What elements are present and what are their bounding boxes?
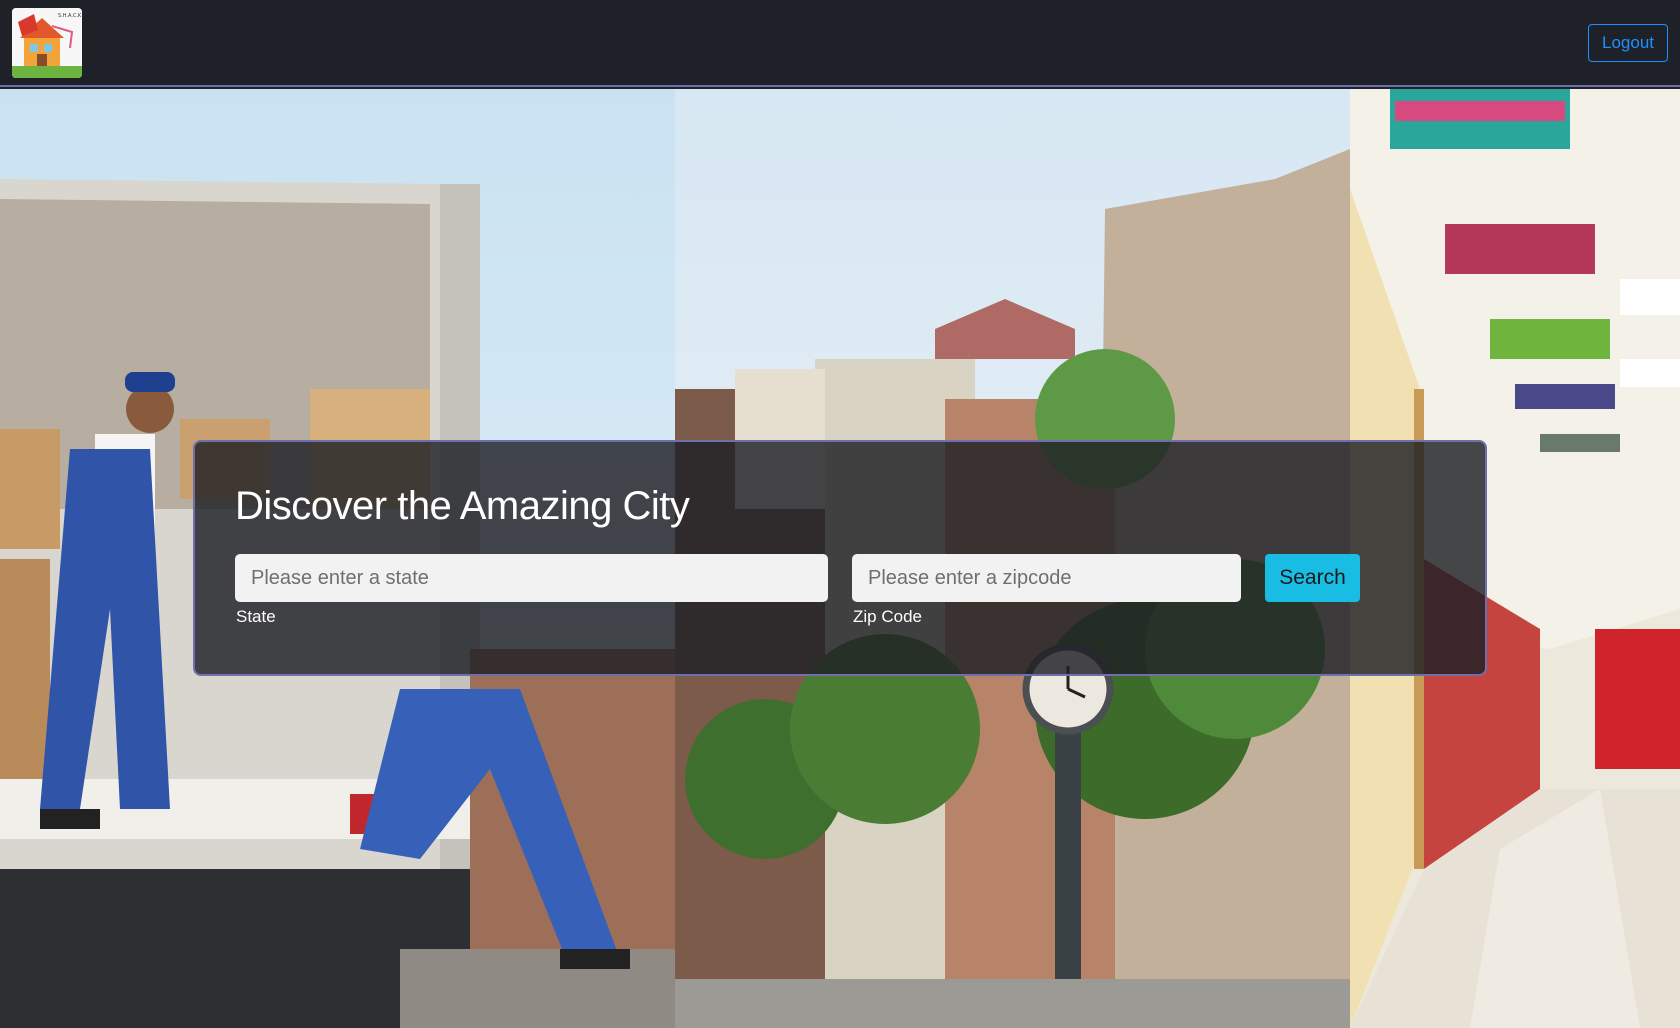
state-label: State [236, 607, 276, 626]
house-logo-icon: S.H.A.C.K [12, 7, 82, 78]
zip-field-group: Zip Code [852, 554, 1241, 627]
page-title: Discover the Amazing City [235, 484, 690, 528]
logout-button[interactable]: Logout [1588, 23, 1668, 62]
svg-text:S.H.A.C.K: S.H.A.C.K [58, 13, 82, 19]
state-field-group: State [235, 554, 828, 627]
zipcode-input[interactable] [852, 554, 1241, 602]
brand-logo[interactable]: S.H.A.C.K [12, 7, 82, 78]
state-input[interactable] [235, 554, 828, 602]
search-card: Discover the Amazing City State Zip Code… [193, 440, 1487, 676]
top-navbar: S.H.A.C.K Logout [0, 0, 1680, 87]
search-button[interactable]: Search [1265, 554, 1360, 602]
search-form: State Zip Code Search [235, 554, 1445, 627]
zipcode-label: Zip Code [853, 607, 922, 626]
